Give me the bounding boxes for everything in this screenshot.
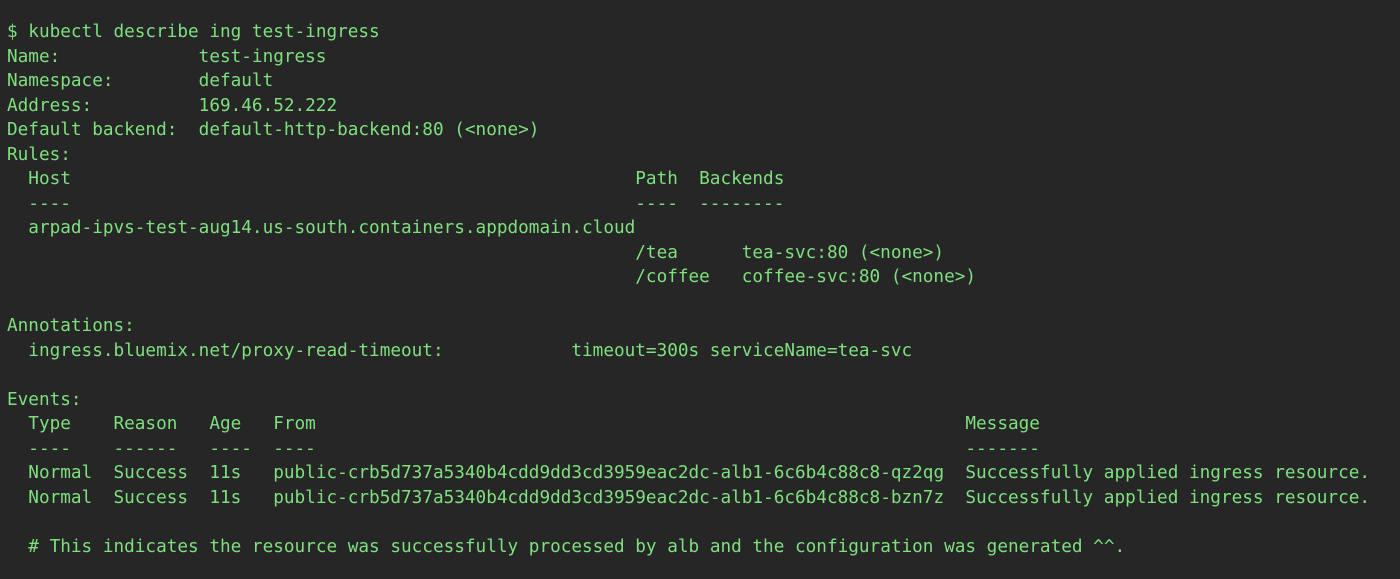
rule-path: /coffee xyxy=(635,267,710,287)
rules-dash-row: ---- ---- -------- xyxy=(7,192,1397,217)
rules-heading: Rules: xyxy=(7,143,1397,168)
rule-host-row: arpad-ipvs-test-aug14.us-south.container… xyxy=(7,216,1397,241)
section-label: Events: xyxy=(7,389,82,410)
event-age: 11s xyxy=(209,463,242,483)
comment-line: # This indicates the resource was succes… xyxy=(7,535,1397,560)
column-header: Path xyxy=(635,169,678,189)
command: $ kubectl describe ing test-ingress xyxy=(7,22,380,42)
rule-path-row: /tea tea-svc:80 (<none>) xyxy=(7,241,1397,266)
divider: ---- xyxy=(209,438,252,459)
rule-backend: tea-svc:80 (<none>) xyxy=(741,242,945,263)
field-value: 169.46.52.222 xyxy=(198,95,338,116)
rules-header-row: Host Path Backends xyxy=(7,167,1397,192)
column-header: Reason xyxy=(113,414,178,434)
event-from: public-crb5d737a5340b4cdd9dd3cd3959eac2d… xyxy=(273,487,945,508)
event-age: 11s xyxy=(209,487,242,508)
column-header: Message xyxy=(965,414,1040,434)
divider: ---- xyxy=(28,438,71,459)
event-from: public-crb5d737a5340b4cdd9dd3cd3959eac2d… xyxy=(273,463,945,483)
event-message: Successfully applied ingress resource. xyxy=(965,487,1371,508)
column-header: Age xyxy=(209,414,242,434)
field-namespace: Namespace: default xyxy=(7,69,1397,94)
divider: -------- xyxy=(699,193,785,214)
event-type: Normal xyxy=(28,463,93,483)
annotation-row: ingress.bluemix.net/proxy-read-timeout: t… xyxy=(7,339,1397,364)
rule-host: arpad-ipvs-test-aug14.us-south.container… xyxy=(28,218,636,238)
divider: ------- xyxy=(965,438,1040,459)
field-value: default-http-backend:80 (<none>) xyxy=(198,120,540,140)
divider: ------ xyxy=(113,438,178,459)
column-header: From xyxy=(273,414,316,434)
column-header: Host xyxy=(28,169,71,189)
rule-backend: coffee-svc:80 (<none>) xyxy=(741,267,977,287)
rule-path-row: /coffee coffee-svc:80 (<none>) xyxy=(7,265,1397,290)
annotation-key: ingress.bluemix.net/proxy-read-timeout: xyxy=(28,340,444,361)
divider: ---- xyxy=(28,193,71,214)
field-default-backend: Default backend: default-http-backend:80 … xyxy=(7,118,1397,143)
field-label: Name: xyxy=(7,46,61,67)
events-header-row: Type Reason Age From Message xyxy=(7,412,1397,437)
events-heading: Events: xyxy=(7,388,1397,413)
divider: ---- xyxy=(273,438,316,459)
field-name: Name: test-ingress xyxy=(7,45,1397,70)
section-label: Annotations: xyxy=(7,316,135,336)
column-header: Type xyxy=(28,414,71,434)
event-message: Successfully applied ingress resource. xyxy=(965,463,1371,483)
event-reason: Success xyxy=(113,487,189,508)
terminal-output: $ kubectl describe ing test-ingress Name… xyxy=(7,20,1397,559)
field-value: test-ingress xyxy=(198,46,327,67)
command-line: $ kubectl describe ing test-ingress xyxy=(7,20,1397,45)
annotation-value: timeout=300s serviceName=tea-svc xyxy=(571,340,913,361)
event-reason: Success xyxy=(113,463,189,483)
event-type: Normal xyxy=(28,487,93,508)
field-label: Namespace: xyxy=(7,71,114,91)
field-label: Default backend: xyxy=(7,120,178,140)
comment: # This indicates the resource was succes… xyxy=(28,536,1126,557)
event-row: Normal Success 11s public-crb5d737a5340b4cd… xyxy=(7,461,1397,486)
field-value: default xyxy=(198,71,274,91)
event-row: Normal Success 11s public-crb5d737a5340b4cd… xyxy=(7,486,1397,511)
field-label: Address: xyxy=(7,95,93,116)
rule-path: /tea xyxy=(635,242,678,263)
annotations-heading: Annotations: xyxy=(7,314,1397,339)
field-address: Address: 169.46.52.222 xyxy=(7,94,1397,119)
section-label: Rules: xyxy=(7,144,71,165)
divider: ---- xyxy=(635,193,678,214)
column-header: Backends xyxy=(699,169,785,189)
events-dash-row: ---- ------ ---- ---- ------- xyxy=(7,437,1397,462)
